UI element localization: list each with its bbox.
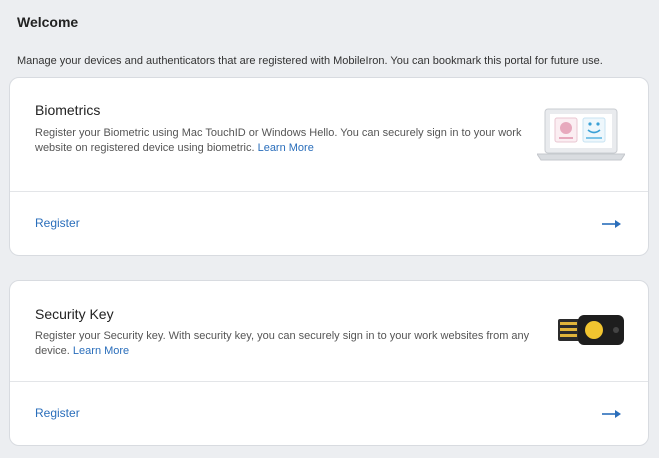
page-subtitle: Manage your devices and authenticators t… xyxy=(17,55,603,67)
biometrics-title: Biometrics xyxy=(35,102,101,118)
biometrics-card-header: Biometrics Register your Biometric using… xyxy=(10,78,648,192)
usb-security-key-icon xyxy=(558,315,624,345)
arrow-right-icon[interactable] xyxy=(602,219,622,229)
security-key-description: Register your Security key. With securit… xyxy=(35,329,545,359)
laptop-biometric-icon xyxy=(537,108,625,161)
page-title: Welcome xyxy=(17,14,79,30)
security-key-card: Security Key Register your Security key.… xyxy=(9,280,649,446)
security-key-title: Security Key xyxy=(35,306,114,322)
biometrics-card-footer: Register xyxy=(10,192,648,255)
security-key-learn-more-link[interactable]: Learn More xyxy=(73,345,129,357)
page-header: Welcome Manage your devices and authenti… xyxy=(17,14,603,67)
biometrics-card: Biometrics Register your Biometric using… xyxy=(9,77,649,256)
security-key-card-footer: Register xyxy=(10,382,648,445)
biometrics-description: Register your Biometric using Mac TouchI… xyxy=(35,126,535,156)
security-key-card-header: Security Key Register your Security key.… xyxy=(10,281,648,382)
biometrics-register-link[interactable]: Register xyxy=(35,216,80,230)
biometrics-learn-more-link[interactable]: Learn More xyxy=(258,142,314,154)
security-key-register-link[interactable]: Register xyxy=(35,406,80,420)
arrow-right-icon[interactable] xyxy=(602,409,622,419)
